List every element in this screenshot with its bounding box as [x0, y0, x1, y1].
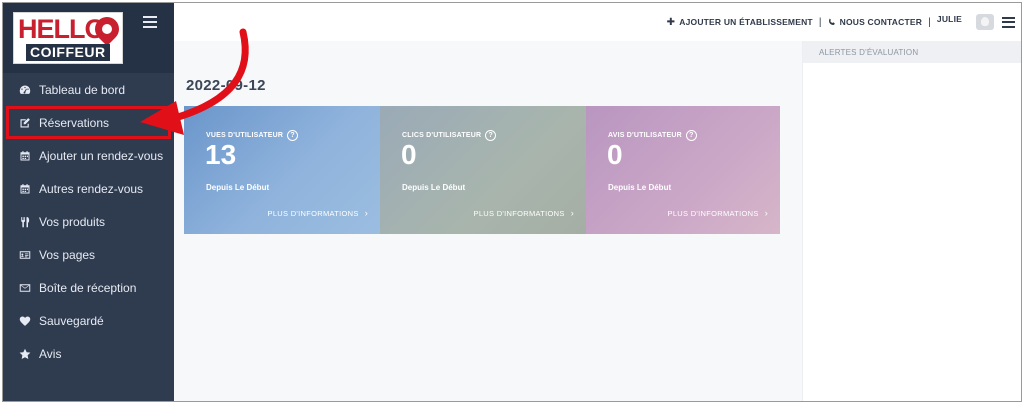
sidebar-item-label: Sauvegardé [39, 313, 104, 328]
contact-link[interactable]: NOUS CONTACTER [840, 17, 922, 27]
sidebar-item-avis[interactable]: Avis [3, 337, 174, 370]
right-panel: ALERTES D'ÉVALUATION [802, 41, 1021, 401]
sidebar-item-label: Réservations [39, 115, 110, 130]
star-icon [19, 348, 31, 360]
card-label-text: AVIS D'UTILISATEUR [608, 132, 682, 139]
sidebar-item-sauvegarde[interactable]: Sauvegardé [3, 304, 174, 337]
card-value: 13 [205, 139, 237, 170]
help-icon[interactable]: ? [287, 130, 299, 141]
sidebar-item-label: Avis [39, 346, 62, 361]
sidebar-item-reservations[interactable]: Réservations [6, 106, 171, 139]
separator: | [928, 16, 931, 28]
more-info-text: PLUS D'INFORMATIONS [667, 208, 759, 218]
separator: | [818, 16, 822, 28]
sidebar-item-vos-pages[interactable]: Vos pages [3, 238, 174, 271]
card-value: 0 [401, 139, 417, 170]
chevron-right-icon: › [570, 208, 574, 218]
stat-card-user-reviews: AVIS D'UTILISATEUR ? 0 Depuis Le Début P… [586, 106, 780, 234]
avatar[interactable] [976, 14, 994, 30]
sidebar-item-vos-produits[interactable]: Vos produits [3, 205, 174, 238]
dashboard-icon [19, 84, 31, 96]
help-icon[interactable]: ? [685, 130, 697, 141]
id-card-icon [19, 249, 31, 261]
stat-card-user-views: VUES D'UTILISATEUR ? 13 Depuis Le Début … [184, 106, 380, 234]
chevron-right-icon: › [764, 208, 768, 218]
sidebar-item-tableau-de-bord[interactable]: Tableau de bord [3, 73, 174, 106]
brand-bar: HELLO COIFFEUR [3, 3, 174, 73]
edit-icon [19, 117, 31, 129]
add-establishment-link[interactable]: AJOUTER UN ÉTABLISSEMENT [679, 17, 813, 27]
card-since: Depuis Le Début [608, 183, 672, 192]
review-alerts-title: ALERTES D'ÉVALUATION [803, 41, 1021, 63]
sidebar: HELLO COIFFEUR Tableau de bord Réservati… [3, 3, 174, 401]
card-label-text: VUES D'UTILISATEUR [206, 132, 284, 139]
more-info-link[interactable]: PLUS D'INFORMATIONS › [668, 208, 768, 218]
cutlery-icon [19, 216, 31, 228]
app-frame: HELLO COIFFEUR Tableau de bord Réservati… [2, 2, 1022, 402]
sidebar-item-label: Ajouter un rendez-vous [39, 148, 164, 163]
sidebar-toggle-icon[interactable] [143, 16, 157, 28]
help-icon[interactable]: ? [485, 130, 497, 141]
more-info-text: PLUS D'INFORMATIONS [473, 208, 565, 218]
more-info-text: PLUS D'INFORMATIONS [267, 208, 359, 218]
more-info-link[interactable]: PLUS D'INFORMATIONS › [474, 208, 574, 218]
top-bar: ✚ AJOUTER UN ÉTABLISSEMENT | NOUS CONTAC… [174, 3, 1021, 41]
user-name[interactable]: JULIE [937, 14, 962, 24]
card-since: Depuis Le Début [206, 183, 270, 192]
card-value: 0 [607, 139, 623, 170]
sidebar-item-label: Vos pages [39, 247, 96, 262]
hello-coiffeur-logo[interactable]: HELLO COIFFEUR [13, 12, 124, 64]
logo-coiffeur-text: COIFFEUR [26, 44, 110, 61]
top-links: ✚ AJOUTER UN ÉTABLISSEMENT | NOUS CONTAC… [667, 14, 1015, 30]
sidebar-item-boite-de-reception[interactable]: Boîte de réception [3, 271, 174, 304]
main-content: 2022-09-12 VUES D'UTILISATEUR ? 13 Depui… [174, 41, 802, 401]
plus-icon: ✚ [666, 16, 676, 28]
menu-icon[interactable] [1002, 16, 1015, 28]
sidebar-item-label: Boîte de réception [39, 280, 137, 295]
calendar-icon [19, 183, 31, 195]
heart-icon [19, 315, 31, 327]
sidebar-item-label: Autres rendez-vous [39, 181, 144, 196]
phone-icon [828, 18, 836, 26]
envelope-icon [19, 282, 31, 294]
sidebar-nav: Tableau de bord Réservations Ajouter un … [3, 73, 174, 370]
card-since: Depuis Le Début [402, 183, 466, 192]
calendar-icon [19, 150, 31, 162]
card-label-text: CLICS D'UTILISATEUR [402, 132, 482, 139]
sidebar-item-label: Tableau de bord [39, 82, 126, 97]
logo-hello-text: HELLO [18, 14, 105, 44]
sidebar-item-label: Vos produits [39, 214, 106, 229]
more-info-link[interactable]: PLUS D'INFORMATIONS › [268, 208, 368, 218]
page-date: 2022-09-12 [186, 77, 266, 94]
chevron-right-icon: › [364, 208, 368, 218]
sidebar-item-ajouter-rendez-vous[interactable]: Ajouter un rendez-vous [3, 139, 174, 172]
stats-cards: VUES D'UTILISATEUR ? 13 Depuis Le Début … [184, 106, 780, 234]
sidebar-item-autres-rendez-vous[interactable]: Autres rendez-vous [3, 172, 174, 205]
stat-card-user-clicks: CLICS D'UTILISATEUR ? 0 Depuis Le Début … [380, 106, 586, 234]
